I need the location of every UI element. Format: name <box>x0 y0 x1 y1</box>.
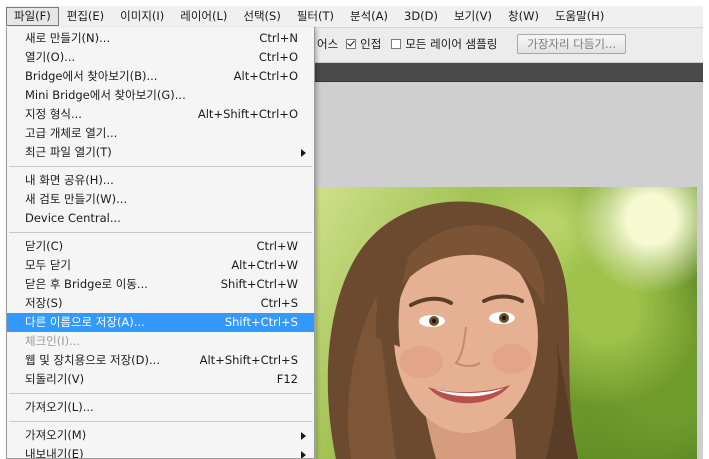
anti-alias-label: 어스 <box>317 37 339 51</box>
menu-view[interactable]: 보기(V) <box>446 7 500 26</box>
sample-all-layers-label: 모든 레이어 샘플링 <box>405 37 498 51</box>
menu-item-device-central[interactable]: Device Central... <box>7 209 314 228</box>
sample-all-layers-checkbox[interactable] <box>391 39 402 49</box>
menu-window[interactable]: 창(W) <box>500 7 547 26</box>
refine-edge-button[interactable]: 가장자리 다듬기... <box>517 34 626 54</box>
menu-item-check-in: 체크인(I)... <box>25 334 81 348</box>
menu-separator <box>9 232 312 233</box>
menu-layer[interactable]: 레이어(L) <box>172 7 235 26</box>
menu-item-share-my-screen[interactable]: 내 화면 공유(H)... <box>7 171 314 190</box>
menu-item-save-as[interactable]: 다른 이름으로 저장(A)... Shift+Ctrl+S <box>7 313 314 332</box>
menu-filter[interactable]: 필터(T) <box>289 7 342 26</box>
menu-item-browse-in-bridge[interactable]: Bridge에서 찾아보기(B)... Alt+Ctrl+O <box>7 67 314 86</box>
contiguous-checkbox[interactable] <box>346 39 357 49</box>
menu-item-export[interactable]: 내보내기(E) <box>7 445 314 458</box>
menu-file[interactable]: 파일(F) <box>6 7 59 26</box>
menu-item-open-recent[interactable]: 최근 파일 열기(T) <box>7 143 314 162</box>
menu-separator <box>9 393 312 394</box>
menu-analysis[interactable]: 분석(A) <box>342 7 396 26</box>
contiguous-label: 인접 <box>360 37 382 51</box>
menu-item-open[interactable]: 열기(O)... Ctrl+O <box>7 48 314 67</box>
menu-item-open-as-smart-object[interactable]: 고급 개체로 열기... <box>7 124 314 143</box>
contiguous-option[interactable]: 인접 <box>346 36 381 52</box>
menu-bar: 파일(F) 편집(E) 이미지(I) 레이어(L) 선택(S) 필터(T) 분석… <box>6 6 703 28</box>
document-canvas[interactable] <box>316 187 697 459</box>
menu-separator <box>9 166 312 167</box>
menu-item-open-as[interactable]: 지정 형식... Alt+Shift+Ctrl+O <box>7 105 314 124</box>
submenu-arrow-icon <box>301 149 306 157</box>
menu-edit[interactable]: 편집(E) <box>59 7 112 26</box>
menu-item-import[interactable]: 가져오기(M) <box>7 426 314 445</box>
sample-all-layers-option[interactable]: 모든 레이어 샘플링 <box>391 36 497 52</box>
menu-item-close-all[interactable]: 모두 닫기 Alt+Ctrl+W <box>7 256 314 275</box>
menu-item-close[interactable]: 닫기(C) Ctrl+W <box>7 237 314 256</box>
menu-image[interactable]: 이미지(I) <box>112 7 172 26</box>
submenu-arrow-icon <box>301 432 306 440</box>
submenu-arrow-icon <box>301 451 306 458</box>
menu-item-save[interactable]: 저장(S) Ctrl+S <box>7 294 314 313</box>
menu-select[interactable]: 선택(S) <box>235 7 288 26</box>
menu-3d[interactable]: 3D(D) <box>396 7 446 26</box>
menu-item-revert[interactable]: 되돌리기(V) F12 <box>7 370 314 389</box>
portrait-photo <box>327 201 578 459</box>
file-menu-dropdown: 새로 만들기(N)... Ctrl+N 열기(O)... Ctrl+O Bridge… <box>6 27 315 459</box>
menu-item-close-and-go-to-bridge[interactable]: 닫은 후 Bridge로 이동... Shift+Ctrl+W <box>7 275 314 294</box>
menu-item-new[interactable]: 새로 만들기(N)... Ctrl+N <box>7 29 314 48</box>
menu-item-create-review[interactable]: 새 검토 만들기(W)... <box>7 190 314 209</box>
menu-item-save-for-web[interactable]: 웹 및 장치용으로 저장(D)... Alt+Shift+Ctrl+S <box>7 351 314 370</box>
menu-item-place[interactable]: 가져오기(L)... <box>7 398 314 417</box>
menu-separator <box>9 421 312 422</box>
menu-help[interactable]: 도움말(H) <box>547 7 612 26</box>
menu-item-browse-in-mini-bridge[interactable]: Mini Bridge에서 찾아보기(G)... <box>7 86 314 105</box>
